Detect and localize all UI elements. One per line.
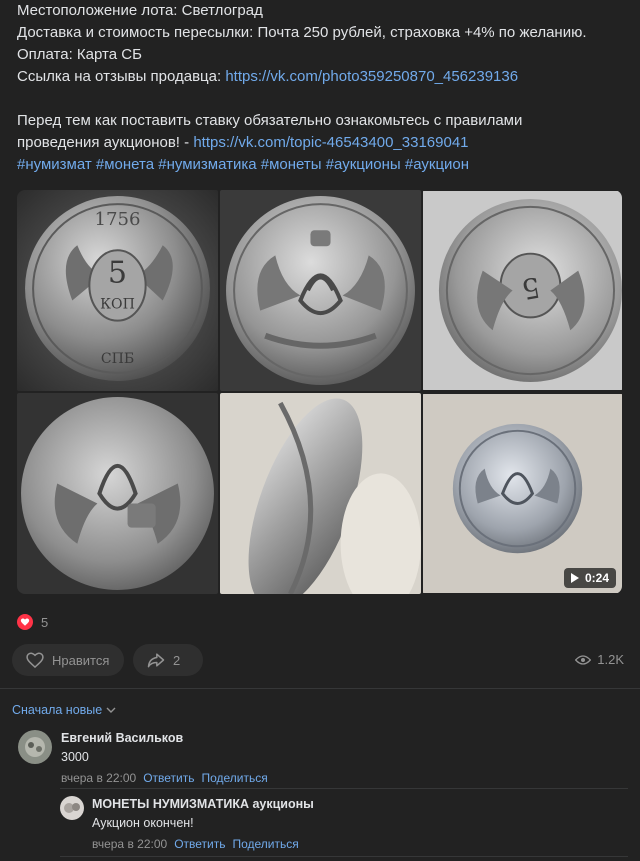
svg-text:КОП: КОП — [100, 297, 135, 313]
comment-text: Аукцион окончен! — [92, 816, 194, 830]
post-line-rules-2: проведения аукционов! - https://vk.com/t… — [17, 132, 627, 154]
heart-reaction-icon — [17, 614, 33, 630]
photo-gallery: 5 КОП 1756 СПБ 5 0:24 — [17, 190, 622, 594]
eye-icon — [575, 654, 592, 665]
comment-time[interactable]: вчера в 22:00 — [92, 836, 167, 852]
comment-meta: вчера в 22:00 Ответить Поделиться — [61, 770, 268, 786]
video-duration: 0:24 — [584, 571, 609, 585]
video-duration-badge: 0:24 — [563, 568, 616, 588]
reviews-label: Ссылка на отзывы продавца: — [17, 68, 226, 85]
comment-time[interactable]: вчера в 22:00 — [61, 770, 136, 786]
play-icon — [570, 573, 579, 583]
hashtag[interactable]: #аукционы — [326, 156, 401, 173]
comment-meta: вчера в 22:00 Ответить Поделиться — [92, 836, 314, 852]
post-line-delivery: Доставка и стоимость пересылки: Почта 25… — [17, 24, 587, 41]
post-line-rules: Перед тем как поставить ставку обязатель… — [17, 112, 523, 129]
hashtag[interactable]: #монета — [96, 156, 154, 173]
reply-link[interactable]: Ответить — [174, 836, 225, 852]
like-label: Нравится — [52, 652, 110, 668]
hashtag[interactable]: #аукцион — [405, 156, 469, 173]
post-line-location: Местоположение лота: Светлоград — [17, 2, 263, 19]
coin-photo-reverse[interactable]: 5 КОП 1756 СПБ — [17, 190, 218, 391]
avatar[interactable] — [60, 796, 84, 820]
comment-text: 3000 — [61, 750, 89, 764]
coin-photo-obverse[interactable] — [220, 190, 421, 391]
reviews-link[interactable]: https://vk.com/photo359250870_456239136 — [225, 68, 518, 85]
avatar[interactable] — [18, 730, 52, 764]
share-link[interactable]: Поделиться — [201, 770, 267, 786]
post-line-payment: Оплата: Карта СБ — [17, 46, 142, 63]
share-button[interactable]: 2 — [133, 644, 203, 676]
views-count: 1.2K — [597, 652, 624, 667]
reaction-count: 5 — [41, 614, 49, 630]
rules-link[interactable]: https://vk.com/topic-46543400_33169041 — [193, 134, 468, 151]
hashtag[interactable]: #нумизмат — [17, 156, 92, 173]
post-text: Местоположение лота: Светлоград Доставка… — [17, 0, 627, 176]
comments-sort-dropdown[interactable]: Сначала новые — [12, 703, 116, 717]
post-actions: Нравится 2 1.2K — [12, 644, 628, 676]
coin-photo-reverse-rotated[interactable]: 5 — [423, 190, 622, 391]
hashtag[interactable]: #нумизматика — [158, 156, 256, 173]
divider — [60, 856, 628, 857]
comment-author[interactable]: МОНЕТЫ НУМИЗМАТИКА аукционы — [92, 796, 314, 812]
divider — [0, 688, 640, 689]
svg-text:1756: 1756 — [94, 209, 140, 230]
hashtag[interactable]: #монеты — [261, 156, 322, 173]
coin-video[interactable]: 0:24 — [423, 393, 622, 594]
comment-body: МОНЕТЫ НУМИЗМАТИКА аукционы Аукцион окон… — [92, 796, 314, 852]
like-button[interactable]: Нравится — [12, 644, 124, 676]
views-counter: 1.2K — [575, 652, 624, 667]
heart-outline-icon — [26, 652, 44, 669]
hashtags: #нумизмат #монета #нумизматика #монеты #… — [17, 154, 627, 176]
coin-photo-obverse-closeup[interactable] — [17, 393, 218, 594]
sort-label: Сначала новые — [12, 703, 103, 717]
comment-author[interactable]: Евгений Васильков — [61, 730, 268, 746]
share-arrow-icon — [147, 653, 165, 668]
chevron-down-icon — [106, 707, 116, 713]
coin-photo-edge[interactable] — [220, 393, 421, 594]
share-link[interactable]: Поделиться — [232, 836, 298, 852]
svg-text:5: 5 — [108, 255, 127, 290]
reply-link[interactable]: Ответить — [143, 770, 194, 786]
divider — [60, 788, 628, 789]
rules-prefix: проведения аукционов! - — [17, 134, 194, 151]
reaction-summary[interactable]: 5 — [17, 614, 48, 630]
comment-body: Евгений Васильков 3000 вчера в 22:00 Отв… — [61, 730, 268, 786]
svg-text:СПБ: СПБ — [101, 351, 134, 367]
post-line-reviews: Ссылка на отзывы продавца: https://vk.co… — [17, 66, 627, 88]
share-count: 2 — [173, 652, 181, 668]
